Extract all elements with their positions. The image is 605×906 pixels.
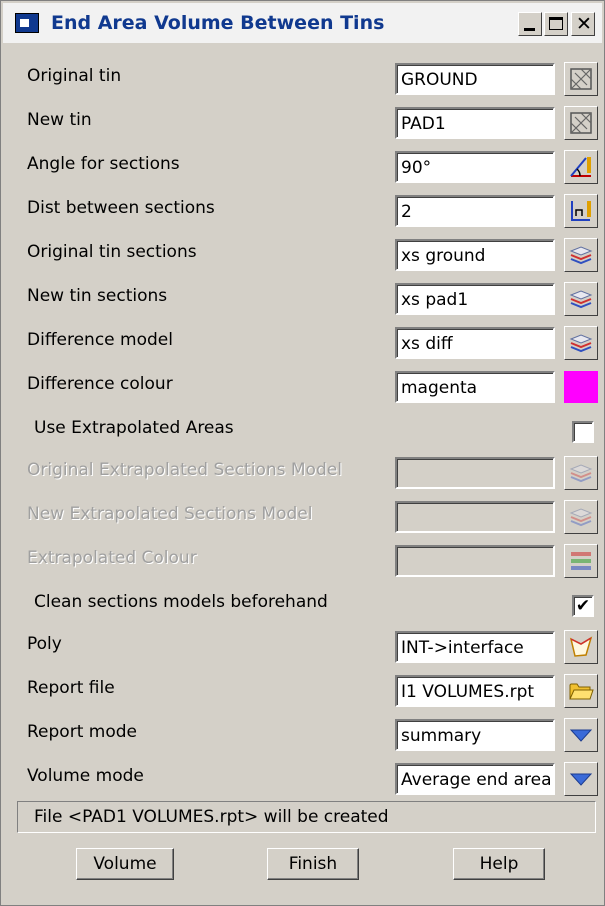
report-mode-dropdown-button[interactable] [564,718,598,752]
dialog-window: End Area Volume Between Tins ✕ Original … [0,0,605,906]
row-original-tin-sections: Original tin sections xs ground [1,234,605,276]
extrapolated-colour-input[interactable] [395,545,555,577]
new-extrapolated-label: New Extrapolated Sections Model [27,504,313,524]
minimize-button[interactable] [518,12,542,36]
poly-label: Poly [27,634,62,654]
distance-pick-icon [571,201,591,221]
report-mode-label: Report mode [27,722,137,742]
original-tin-select-button[interactable] [564,62,598,96]
row-new-tin: New tin PAD1 [1,102,605,144]
model-layers-icon [569,334,593,353]
colour-palette-icon [571,552,591,570]
angle-sections-input[interactable]: 90° [395,151,555,183]
original-tin-input[interactable]: GROUND [395,63,555,95]
difference-model-button[interactable] [564,326,598,360]
distance-pick-button[interactable] [564,194,598,228]
maximize-button[interactable] [544,12,568,36]
report-mode-select[interactable]: summary [395,719,555,751]
model-layers-icon [569,508,593,527]
angle-pick-button[interactable] [564,150,598,184]
original-extrapolated-model-button[interactable] [564,456,598,490]
row-use-extrapolated: Use Extrapolated Areas [1,410,605,452]
new-extrapolated-input[interactable] [395,501,555,533]
new-tin-input[interactable]: PAD1 [395,107,555,139]
difference-model-label: Difference model [27,330,173,350]
angle-pick-icon [570,157,591,177]
new-extrapolated-model-button[interactable] [564,500,598,534]
volume-mode-select[interactable]: Average end area [395,763,555,795]
original-extrapolated-input[interactable] [395,457,555,489]
model-layers-icon [569,290,593,309]
row-clean-sections: Clean sections models beforehand ✔ [1,584,605,626]
maximize-icon [549,17,563,30]
window-title: End Area Volume Between Tins [51,12,385,34]
row-report-mode: Report mode summary [1,714,605,756]
row-original-extrapolated: Original Extrapolated Sections Model [1,452,605,494]
folder-icon [569,683,594,700]
dist-sections-input[interactable]: 2 [395,195,555,227]
dist-sections-label: Dist between sections [27,198,215,218]
row-difference-colour: Difference colour magenta [1,366,605,408]
new-tin-label: New tin [27,110,92,130]
model-layers-icon [569,464,593,483]
row-volume-mode: Volume mode Average end area [1,758,605,800]
row-difference-model: Difference model xs diff [1,322,605,364]
row-new-extrapolated: New Extrapolated Sections Model [1,496,605,538]
row-dist-sections: Dist between sections 2 [1,190,605,232]
original-tin-label: Original tin [27,66,122,86]
tin-select-icon [570,68,592,90]
original-tin-sections-model-button[interactable] [564,238,598,272]
volume-button[interactable]: Volume [76,848,174,880]
use-extrapolated-checkbox[interactable] [572,421,594,443]
difference-colour-input[interactable]: magenta [395,371,555,403]
tin-select-icon [570,112,592,134]
polygon-pick-icon [569,636,593,657]
app-icon [15,13,39,33]
help-button[interactable]: Help [453,848,545,880]
clean-sections-checkbox[interactable]: ✔ [572,595,594,617]
dropdown-arrow-icon [569,773,593,786]
clean-sections-label: Clean sections models beforehand [34,592,328,612]
new-tin-sections-model-button[interactable] [564,282,598,316]
row-report-file: Report file I1 VOLUMES.rpt [1,670,605,712]
extrapolated-colour-label: Extrapolated Colour [27,548,197,568]
new-tin-select-button[interactable] [564,106,598,140]
original-tin-sections-input[interactable]: xs ground [395,239,555,271]
close-button[interactable]: ✕ [571,12,595,36]
volume-mode-label: Volume mode [27,766,144,786]
row-poly: Poly INT->interface [1,626,605,668]
title-bar[interactable]: End Area Volume Between Tins ✕ [3,3,602,43]
report-file-browse-button[interactable] [564,674,598,708]
angle-sections-label: Angle for sections [27,154,180,174]
finish-button[interactable]: Finish [267,848,359,880]
extrapolated-colour-button[interactable] [564,544,598,578]
minimize-icon [524,28,535,31]
model-layers-icon [569,246,593,265]
status-message: File <PAD1 VOLUMES.rpt> will be created [17,801,596,833]
row-extrapolated-colour: Extrapolated Colour [1,540,605,582]
row-original-tin: Original tin GROUND [1,58,605,100]
report-file-input[interactable]: I1 VOLUMES.rpt [395,675,555,707]
volume-mode-dropdown-button[interactable] [564,762,598,796]
dropdown-arrow-icon [569,729,593,742]
new-tin-sections-input[interactable]: xs pad1 [395,283,555,315]
poly-input[interactable]: INT->interface [395,631,555,663]
close-icon: ✕ [576,13,592,35]
difference-colour-swatch[interactable] [564,371,598,403]
new-tin-sections-label: New tin sections [27,286,168,306]
use-extrapolated-label: Use Extrapolated Areas [34,418,234,438]
difference-colour-label: Difference colour [27,374,173,394]
original-tin-sections-label: Original tin sections [27,242,197,262]
row-angle-sections: Angle for sections 90° [1,146,605,188]
difference-model-input[interactable]: xs diff [395,327,555,359]
report-file-label: Report file [27,678,115,698]
poly-pick-button[interactable] [564,630,598,664]
original-extrapolated-label: Original Extrapolated Sections Model [27,460,342,480]
row-new-tin-sections: New tin sections xs pad1 [1,278,605,320]
